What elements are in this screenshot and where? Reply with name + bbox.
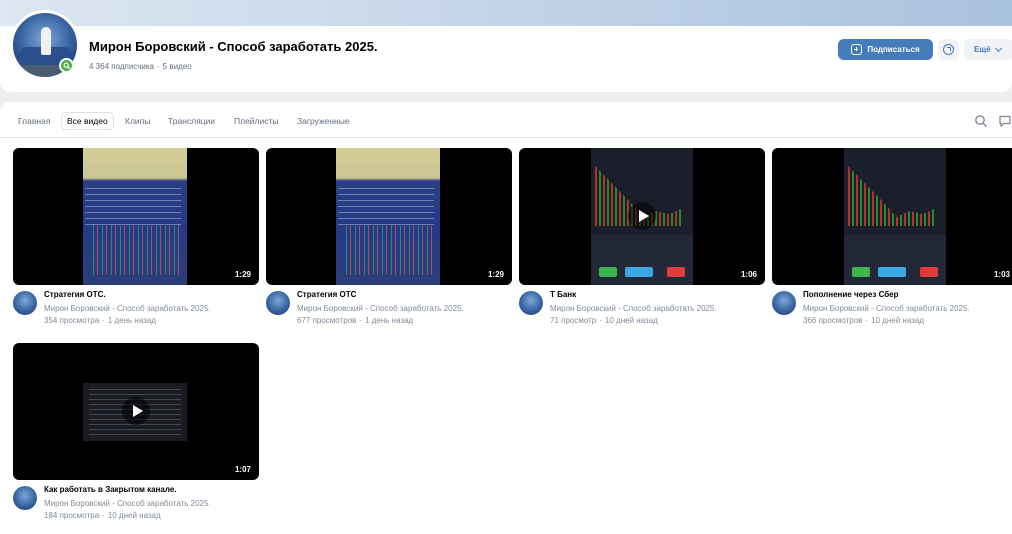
video-thumbnail[interactable]: 1:06 bbox=[519, 148, 765, 285]
tab-uploaded[interactable]: Загруженные bbox=[297, 112, 350, 130]
video-stats: 184 просмотра · 10 дней назад bbox=[44, 511, 161, 520]
tab-clips[interactable]: Клипы bbox=[125, 112, 150, 130]
channel-cover bbox=[0, 0, 1012, 26]
video-thumbnail[interactable]: 1:29 bbox=[13, 148, 259, 285]
video-age: 1 день назад bbox=[365, 316, 414, 325]
video-stats: 71 просмотр · 10 дней назад bbox=[550, 316, 658, 325]
subscribe-label: Подписаться bbox=[867, 45, 920, 54]
comment-icon[interactable] bbox=[998, 114, 1012, 128]
video-duration: 1:03 bbox=[993, 270, 1010, 279]
video-duration: 1:29 bbox=[487, 270, 504, 279]
share-button[interactable] bbox=[938, 39, 959, 60]
video-channel[interactable]: Мирон Боровский - Способ заработать 2025… bbox=[550, 304, 717, 313]
video-title[interactable]: Пополнение через Сбер bbox=[803, 290, 899, 299]
video-age: 1 день назад bbox=[107, 316, 156, 325]
share-icon bbox=[943, 44, 954, 55]
video-age: 10 дней назад bbox=[871, 316, 924, 325]
more-label: Ещё bbox=[974, 45, 991, 54]
video-duration: 1:06 bbox=[740, 270, 757, 279]
video-title[interactable]: Т Банк bbox=[550, 290, 576, 299]
video-duration: 1:07 bbox=[234, 465, 251, 474]
video-duration: 1:29 bbox=[234, 270, 251, 279]
video-stats: 354 просмотра · 1 день назад bbox=[44, 316, 156, 325]
channel-title: Мирон Боровский - Способ заработать 2025… bbox=[89, 39, 378, 54]
video-thumbnail[interactable]: 1:03 bbox=[772, 148, 1012, 285]
video-views: 354 просмотра bbox=[44, 316, 100, 325]
play-icon[interactable] bbox=[122, 397, 150, 425]
avatar[interactable] bbox=[13, 291, 37, 315]
video-channel[interactable]: Мирон Боровский - Способ заработать 2025… bbox=[297, 304, 464, 313]
avatar[interactable] bbox=[772, 291, 796, 315]
video-title[interactable]: Как работать в Закрытом канале. bbox=[44, 485, 177, 494]
videos-count: 5 видео bbox=[162, 62, 192, 71]
more-button[interactable]: Ещё bbox=[964, 39, 1012, 60]
video-views: 366 просмотров bbox=[803, 316, 863, 325]
thumbnail-frame bbox=[844, 148, 946, 285]
video-channel[interactable]: Мирон Боровский - Способ заработать 2025… bbox=[44, 499, 211, 508]
video-views: 71 просмотр bbox=[550, 316, 597, 325]
channel-meta: 4 364 подписчика · 5 видео bbox=[89, 62, 192, 71]
video-thumbnail[interactable]: 1:29 bbox=[266, 148, 512, 285]
video-age: 10 дней назад bbox=[107, 511, 161, 520]
video-title[interactable]: Стратегия OTC. bbox=[44, 290, 106, 299]
video-thumbnail[interactable]: 1:07 bbox=[13, 343, 259, 480]
video-stats: 366 просмотров · 10 дней назад bbox=[803, 316, 924, 325]
tab-streams[interactable]: Трансляции bbox=[168, 112, 215, 130]
search-icon[interactable] bbox=[974, 114, 988, 128]
subscribers-count[interactable]: 4 364 подписчика bbox=[89, 62, 154, 71]
plus-icon bbox=[851, 44, 863, 55]
tab-playlists[interactable]: Плейлисты bbox=[234, 112, 279, 130]
avatar[interactable] bbox=[13, 486, 37, 510]
tab-main[interactable]: Главная bbox=[18, 112, 50, 130]
video-channel[interactable]: Мирон Боровский - Способ заработать 2025… bbox=[803, 304, 970, 313]
subscribe-button[interactable]: Подписаться bbox=[838, 39, 933, 60]
search-badge-icon[interactable] bbox=[59, 58, 74, 73]
video-title[interactable]: Стратегия OTC bbox=[297, 290, 356, 299]
play-icon[interactable] bbox=[628, 202, 656, 230]
video-views: 677 просмотров bbox=[297, 316, 357, 325]
avatar[interactable] bbox=[519, 291, 543, 315]
avatar[interactable] bbox=[266, 291, 290, 315]
tab-all-videos[interactable]: Все видео bbox=[61, 112, 114, 130]
tab-bar: Главная Все видео Клипы Трансляции Плейл… bbox=[0, 102, 1012, 138]
video-stats: 677 просмотров · 1 день назад bbox=[297, 316, 414, 325]
chevron-down-icon bbox=[994, 44, 1002, 52]
video-age: 10 дней назад bbox=[604, 316, 658, 325]
video-channel[interactable]: Мирон Боровский - Способ заработать 2025… bbox=[44, 304, 211, 313]
video-views: 184 просмотра bbox=[44, 511, 100, 520]
thumbnail-frame bbox=[336, 148, 440, 285]
thumbnail-frame bbox=[83, 148, 187, 285]
